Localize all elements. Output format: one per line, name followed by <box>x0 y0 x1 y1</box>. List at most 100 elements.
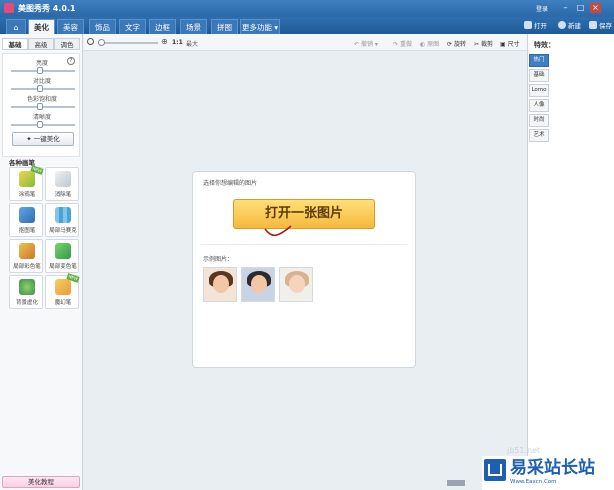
color-brush-icon <box>19 243 35 259</box>
crop-icon: ✂ <box>474 41 480 48</box>
new-icon <box>558 21 566 29</box>
tool-color-brush[interactable]: 局部彩色笔 <box>9 239 43 273</box>
blur-icon <box>19 279 35 295</box>
fx-tab-art[interactable]: 艺术 <box>529 129 549 142</box>
fx-tab-popular[interactable]: 热门 <box>529 54 549 67</box>
effects-title: 特效： <box>534 41 555 49</box>
beautify-tutorial-button[interactable]: 美化教程 <box>2 476 80 488</box>
zoom-slider[interactable] <box>98 39 158 46</box>
resize-label: 尺寸 <box>507 41 520 48</box>
app-title: 美图秀秀 4.0.1 <box>18 4 76 13</box>
magic-wand-icon <box>55 279 71 295</box>
open-image-dialog: 选择你想编辑的图片 打开一张图片 示例图片： <box>192 171 416 368</box>
login-link[interactable]: 登录 <box>536 4 548 13</box>
example-thumbnail-1[interactable] <box>203 267 237 302</box>
face-shape <box>213 275 229 293</box>
zoom-out-icon[interactable] <box>87 38 94 45</box>
rotate-label: 旋转 <box>453 41 466 48</box>
tab-accessories[interactable]: 饰品 <box>89 19 116 34</box>
slider-saturation[interactable] <box>11 103 75 110</box>
slider-contrast[interactable] <box>11 85 75 92</box>
original-button[interactable]: ◐ 原图 <box>420 39 439 48</box>
example-thumbnail-3[interactable] <box>279 267 313 302</box>
zoom-in-icon[interactable]: ⊕ <box>161 37 168 46</box>
example-thumbnail-2[interactable] <box>241 267 275 302</box>
slider-label-saturation: 色彩饱和度 <box>26 96 57 103</box>
fx-tab-basic[interactable]: 基础 <box>529 69 549 82</box>
tab-beautify[interactable]: 美化 <box>28 19 55 34</box>
zoom-ratio[interactable]: 1:1 <box>172 39 183 46</box>
dialog-divider <box>201 244 407 245</box>
slider-label-sharpness: 清晰度 <box>32 114 51 121</box>
title-bar: 美图秀秀 4.0.1 登录 – □ × <box>0 0 614 17</box>
new-label: 新建 <box>568 22 581 30</box>
undo-icon: ↶ <box>354 41 360 48</box>
eraser-icon <box>55 171 71 187</box>
tab-collage[interactable]: 拼图 <box>211 19 238 34</box>
original-label: 原图 <box>427 41 440 48</box>
slider-knob[interactable] <box>37 103 44 110</box>
tool-magic-pen[interactable]: NEW 魔幻笔 <box>45 273 80 309</box>
maximize-icon[interactable]: □ <box>575 3 586 13</box>
slider-knob[interactable] <box>37 85 44 92</box>
redo-icon: ↷ <box>393 41 399 48</box>
tool-eraser-pen[interactable]: 消除笔 <box>45 167 79 201</box>
zoom-max[interactable]: 最大 <box>186 39 198 48</box>
subtab-basic[interactable]: 基础 <box>2 38 28 50</box>
open-image-button[interactable]: 打开一张图片 <box>233 199 375 229</box>
tool-background-blur[interactable]: 背景虚化 <box>9 275 43 309</box>
zoom-knob[interactable] <box>98 39 105 46</box>
fx-tab-fashion[interactable]: 时尚 <box>529 114 549 127</box>
open-label: 打开 <box>534 22 547 30</box>
slider-sharpness[interactable] <box>11 121 75 128</box>
watermark-url: Www.Eaxcn.Com <box>510 479 557 485</box>
redo-button[interactable]: ↷ 重做 <box>393 39 412 48</box>
slider-knob[interactable] <box>37 121 44 128</box>
tab-more[interactable]: 更多功能 ▾ <box>240 19 280 34</box>
slider-knob[interactable] <box>37 67 44 74</box>
resize-button[interactable]: ▣ 尺寸 <box>500 39 520 48</box>
minimize-icon[interactable]: – <box>560 3 571 13</box>
tool-label: 背景虚化 <box>15 300 38 306</box>
home-tab[interactable]: ⌂ <box>6 19 26 34</box>
slider-brightness[interactable] <box>11 67 75 74</box>
dialog-prompt: 选择你想编辑的图片 <box>203 180 258 187</box>
tab-face[interactable]: 美容 <box>57 19 84 34</box>
cutout-icon <box>19 207 35 223</box>
house-logo-icon <box>484 459 506 481</box>
save-icon <box>589 21 597 29</box>
app-logo-icon <box>4 3 14 13</box>
magic-icon: ✦ <box>26 135 32 143</box>
tool-label: 涂鸦笔 <box>18 192 36 198</box>
status-badge <box>447 480 465 486</box>
slider-label-brightness: 亮度 <box>35 60 48 67</box>
one-key-label: 一键美化 <box>33 135 60 143</box>
rotate-button[interactable]: ⟳ 旋转 <box>447 39 466 48</box>
tool-recolor-pen[interactable]: 局部变色笔 <box>45 239 79 273</box>
undo-label: 撤销 <box>360 41 373 48</box>
tab-text[interactable]: 文字 <box>119 19 146 34</box>
tool-label: 消除笔 <box>54 192 72 198</box>
effects-list <box>550 54 614 474</box>
fx-tab-lomo[interactable]: Lomo <box>529 84 549 97</box>
fx-tab-portrait[interactable]: 人像 <box>529 99 549 112</box>
tab-scene[interactable]: 场景 <box>180 19 207 34</box>
save-button[interactable]: 保存 <box>589 20 612 32</box>
tab-frame[interactable]: 边框 <box>149 19 176 34</box>
tool-label: 局部变色笔 <box>49 264 77 270</box>
mosaic-icon <box>55 207 71 223</box>
one-key-beautify-button[interactable]: ✦ 一键美化 <box>12 132 74 146</box>
canvas-area: 选择你想编辑的图片 打开一张图片 示例图片： <box>84 51 527 471</box>
crop-button[interactable]: ✂ 裁剪 <box>474 39 493 48</box>
tab-more-label: 更多功能 <box>241 23 272 32</box>
tool-doodle-pen[interactable]: NEW 涂鸦笔 <box>9 165 44 201</box>
subtab-advanced[interactable]: 高级 <box>28 38 54 50</box>
subtab-color[interactable]: 调色 <box>54 38 80 50</box>
new-button[interactable]: 新建 <box>558 20 581 32</box>
tool-mosaic[interactable]: 局部马赛克 <box>45 203 79 237</box>
open-button[interactable]: 打开 <box>524 20 547 32</box>
left-panel: 基础 高级 调色 ? 亮度 对比度 色彩饱和度 清晰度 ✦ 一键美化 各种画笔 … <box>0 34 83 490</box>
undo-button[interactable]: ↶ 撤销 ▾ <box>354 39 378 48</box>
tool-cutout-pen[interactable]: 抠图笔 <box>9 203 43 237</box>
close-icon[interactable]: × <box>590 3 601 13</box>
